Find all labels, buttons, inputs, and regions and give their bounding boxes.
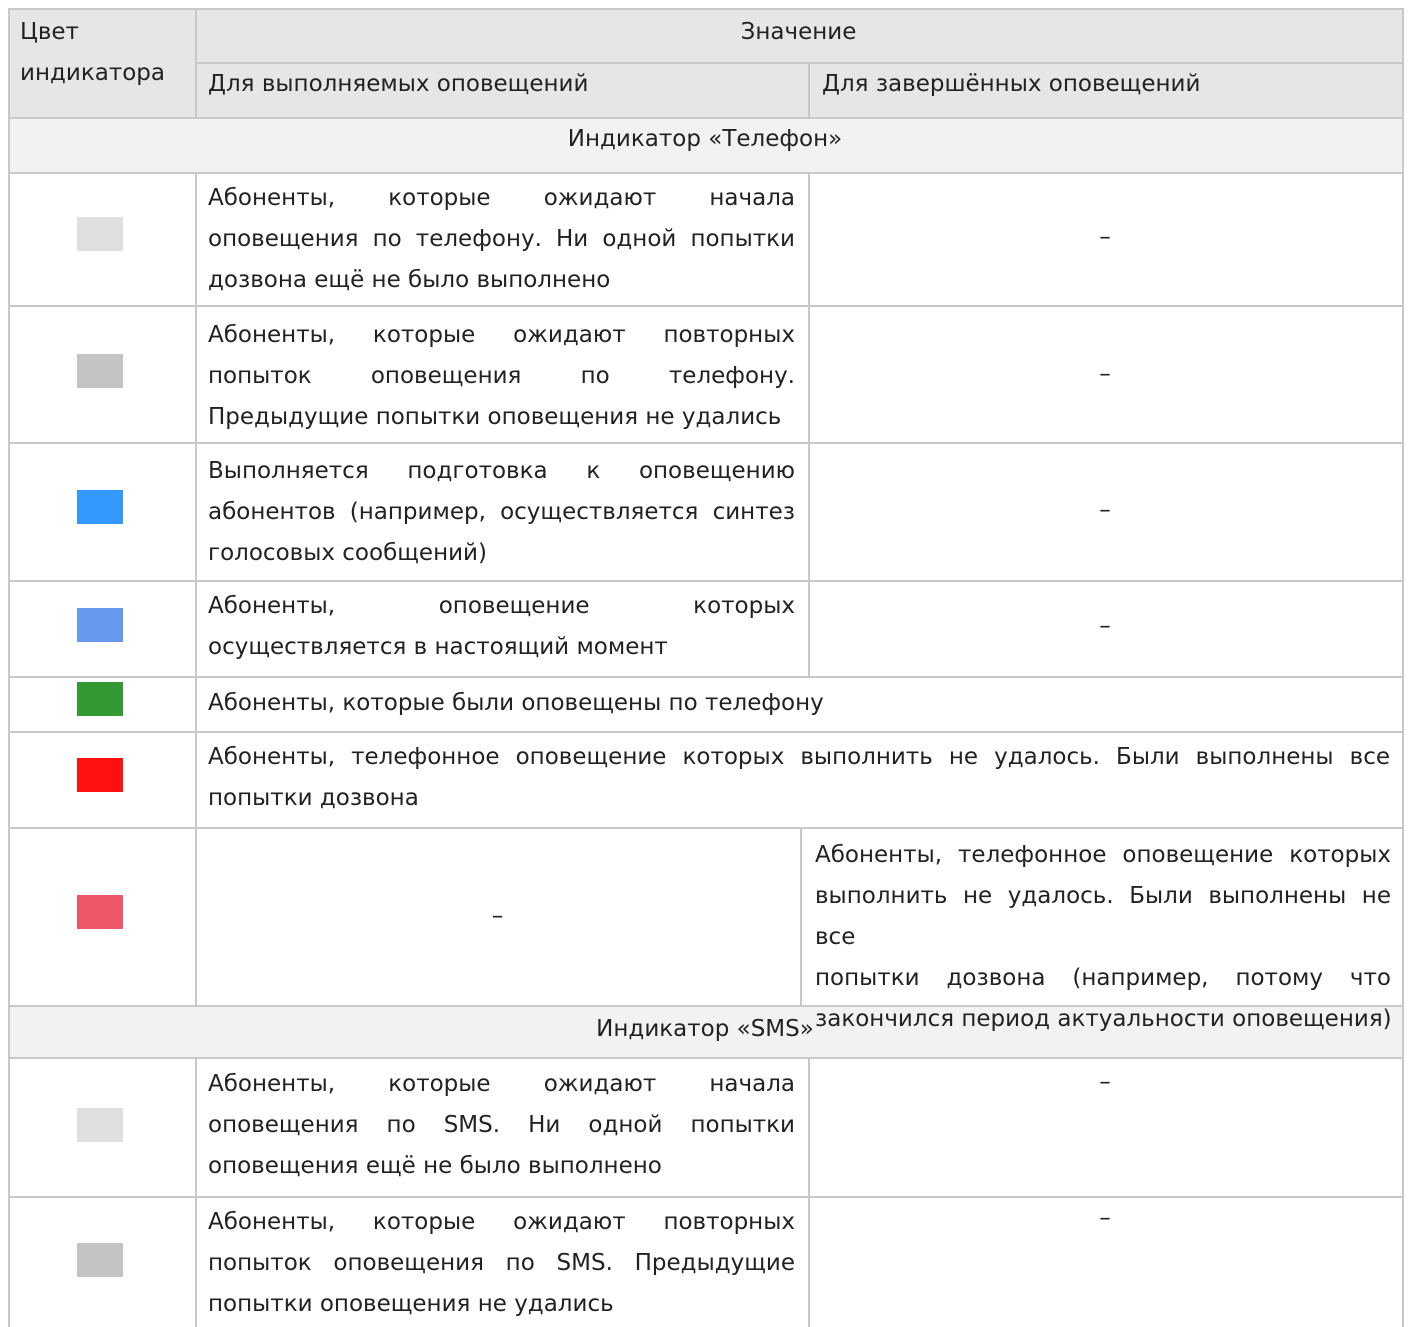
grid-line-horizontal — [8, 676, 1404, 678]
grid-line-vertical — [195, 1057, 197, 1327]
indicator-swatch — [77, 490, 123, 524]
text-line: Абоненты, которые были оповещены по теле… — [208, 690, 824, 716]
text-line: попытки дозвона (например, потому что — [815, 965, 1391, 991]
text-line: Абоненты, телефонное оповещение которых … — [208, 744, 1390, 770]
running-description: Абоненты, которые ожидают начала оповещен… — [208, 1064, 795, 1187]
grid-line-horizontal — [8, 8, 1404, 10]
text-line: Выполняется подготовка к оповещению — [208, 458, 795, 484]
finished-dash: – — [1099, 1205, 1111, 1231]
grid-line-horizontal — [195, 62, 1404, 64]
indicator-swatch — [77, 217, 123, 251]
text-line: Абоненты, которые ожидают повторных — [208, 322, 795, 348]
text-line: Абоненты, которые ожидают начала — [208, 185, 795, 211]
text-line: оповещения по SMS. Ни одной попытки — [208, 1112, 795, 1138]
grid-line-horizontal — [8, 731, 1404, 733]
grid-line-vertical — [808, 172, 810, 676]
grid-line-horizontal — [8, 305, 1404, 307]
header-finished-label: Для завершённых оповещений — [822, 71, 1201, 97]
running-description: Выполняется подготовка к оповещению абоне… — [208, 451, 795, 574]
grid-line-horizontal — [8, 117, 1404, 119]
finished-dash: – — [1099, 613, 1111, 639]
running-dash: – — [491, 903, 504, 929]
grid-line-vertical — [808, 62, 810, 117]
grid-line-horizontal — [8, 827, 1404, 829]
grid-line-vertical — [8, 8, 10, 1327]
finished-dash: – — [1099, 361, 1111, 387]
section-title-phone: Индикатор «Телефон» — [567, 126, 843, 152]
indicator-swatch — [77, 1108, 123, 1142]
finished-dash: – — [1099, 224, 1111, 250]
text-line: попытки дозвона — [208, 785, 419, 811]
row-description: Абоненты, которые были оповещены по теле… — [208, 683, 1390, 724]
text-line: попытки оповещения не удались — [208, 1291, 614, 1317]
running-description: Абоненты, которые ожидают повторных попыт… — [208, 315, 795, 438]
running-description: Абоненты, которые ожидают начала оповещен… — [208, 178, 795, 301]
text-line: Абоненты, которые ожидают повторных — [208, 1209, 795, 1235]
text-line: абонентов (например, осуществляется синт… — [208, 499, 795, 525]
text-line: попыток оповещения по SMS. Предыдущие — [208, 1250, 795, 1276]
text-line: Абоненты, которые ожидают начала — [208, 1071, 795, 1097]
indicator-swatch — [77, 608, 123, 642]
row-description: Абоненты, телефонное оповещение которых … — [208, 737, 1390, 819]
finished-dash: – — [1099, 1069, 1111, 1095]
indicator-swatch — [77, 1243, 123, 1277]
text-line: дозвона ещё не было выполнено — [208, 267, 611, 293]
header-indicator-label: Цвет индикатора — [20, 19, 165, 86]
grid-line-vertical — [808, 1057, 810, 1327]
header-running-label: Для выполняемых оповещений — [208, 71, 589, 97]
text-line: оповещения по телефону. Ни одной попытки — [208, 226, 795, 252]
grid-line-horizontal — [8, 172, 1404, 174]
running-description: Абоненты, оповещение которых осуществляет… — [208, 586, 795, 668]
indicator-swatch — [77, 682, 123, 716]
indicator-swatch — [77, 354, 123, 388]
text-line: Предыдущие попытки оповещения не удались — [208, 404, 782, 430]
running-description: Абоненты, которые ожидают повторных попыт… — [208, 1202, 795, 1325]
finished-dash: – — [1099, 497, 1111, 523]
grid-line-horizontal — [8, 442, 1404, 444]
text-line: осуществляется в настоящий момент — [208, 634, 668, 660]
grid-line-vertical — [1402, 8, 1404, 1327]
grid-line-vertical — [195, 8, 197, 117]
text-line: Абоненты, телефонное оповещение которых — [815, 842, 1391, 868]
header-value-label: Значение — [740, 19, 857, 45]
text-line: Абоненты, оповещение которых — [208, 593, 795, 619]
grid-line-horizontal — [8, 1005, 1404, 1007]
text-line: голосовых сообщений) — [208, 540, 487, 566]
indicator-swatch — [77, 758, 123, 792]
grid-line-horizontal — [8, 580, 1404, 582]
text-line: попыток оповещения по телефону. — [208, 363, 795, 389]
grid-line-vertical — [195, 172, 197, 1005]
grid-line-horizontal — [8, 1196, 1404, 1198]
grid-line-horizontal — [8, 1057, 1404, 1059]
indicator-swatch — [77, 895, 123, 929]
text-line: выполнить не удалось. Были выполнены не … — [815, 883, 1391, 950]
grid-line-vertical — [800, 827, 802, 1005]
indicator-color-table: Цвет индикатора Значение Для выполняемых… — [0, 0, 1410, 1327]
text-line: оповещения ещё не было выполнено — [208, 1153, 662, 1179]
finished-description: Абоненты, телефонное оповещение которых в… — [815, 835, 1392, 1040]
